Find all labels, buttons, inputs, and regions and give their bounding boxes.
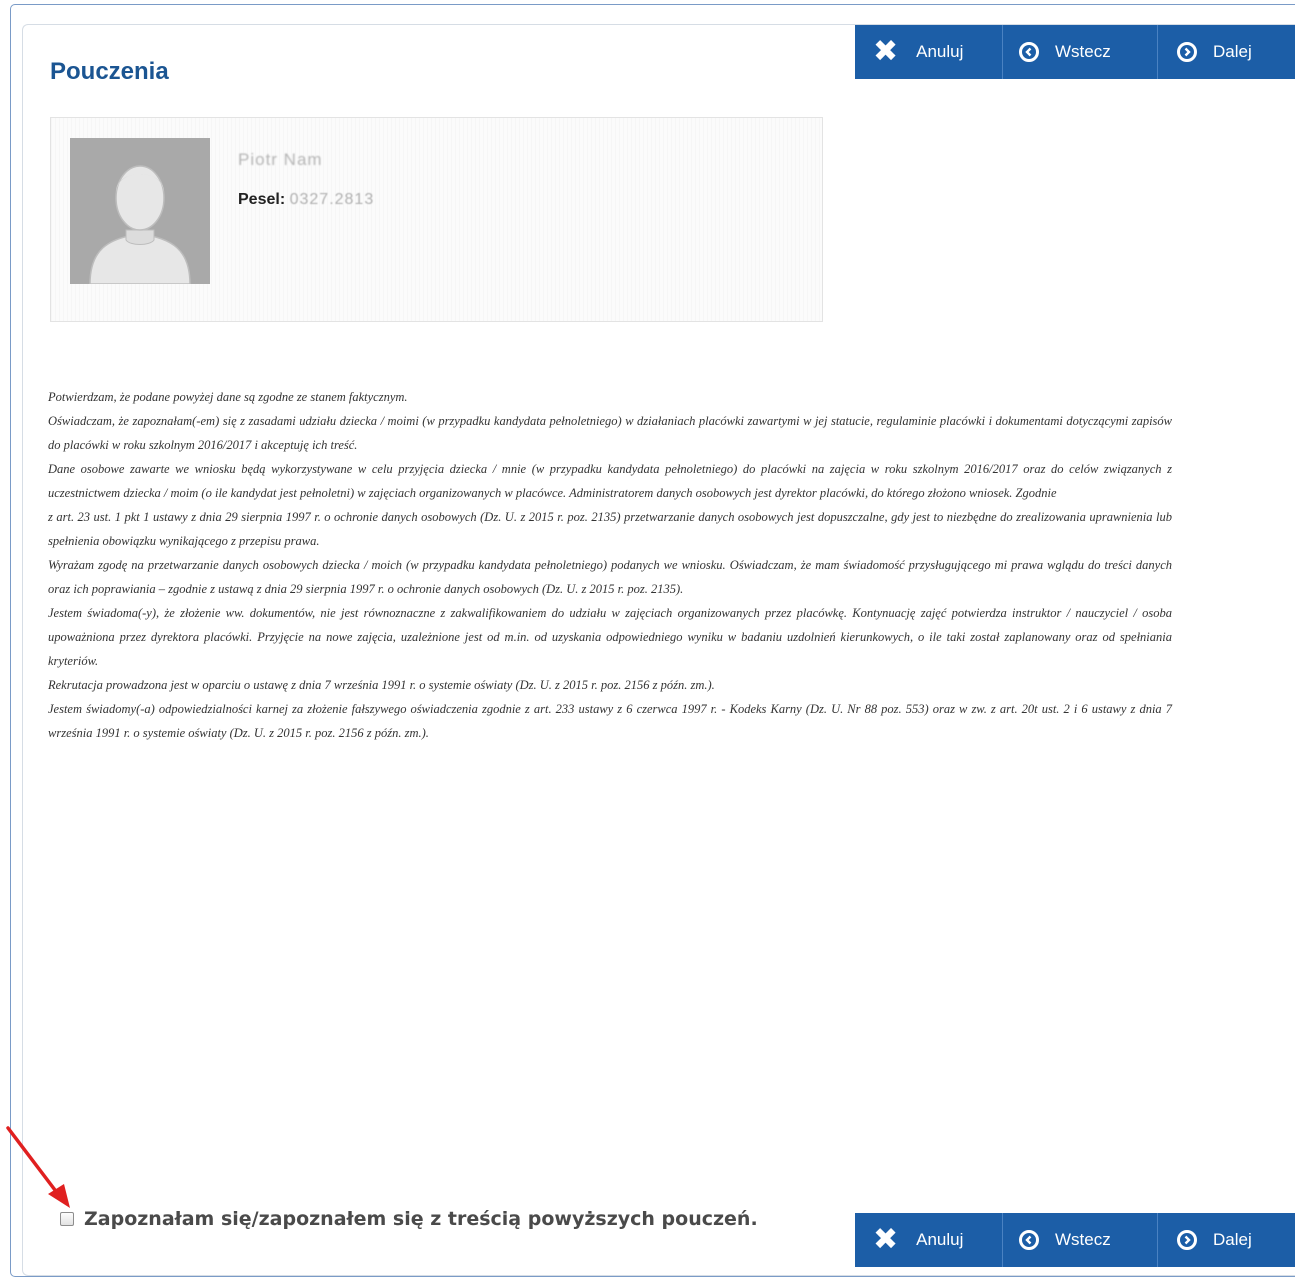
back-button-label: Wstecz (1055, 1230, 1111, 1249)
instruction-paragraph: Wyrażam zgodę na przetwarzanie danych os… (48, 558, 1172, 596)
pesel-label: Pesel: (238, 191, 286, 208)
circle-chevron-right-icon (1177, 42, 1197, 62)
person-name: Piotr Nam (238, 150, 323, 169)
next-button[interactable]: Dalej (1157, 25, 1295, 79)
circle-chevron-right-icon (1177, 1230, 1197, 1250)
x-icon: ✖ (873, 1222, 899, 1257)
cancel-button-label: Anuluj (916, 42, 964, 61)
back-button[interactable]: Wstecz (1002, 25, 1157, 79)
confirm-label[interactable]: Zapoznałam się/zapoznałem się z treścią … (84, 1208, 758, 1230)
pesel-row: Pesel: 0327.2813 (238, 191, 374, 209)
page-title: Pouczenia (50, 58, 169, 85)
pesel-value: 0327.2813 (289, 191, 375, 208)
profile-card: Piotr Nam Pesel: 0327.2813 (50, 117, 823, 322)
confirm-checkbox[interactable] (60, 1212, 74, 1226)
next-button-label: Dalej (1213, 42, 1252, 61)
instruction-paragraph: Potwierdzam, że podane powyżej dane są z… (48, 390, 408, 404)
next-button-label: Dalej (1213, 1230, 1252, 1249)
instruction-paragraph: Oświadczam, że zapoznałam(-em) się z zas… (48, 414, 1172, 452)
x-icon: ✖ (873, 34, 899, 69)
instruction-paragraph: z art. 23 ust. 1 pkt 1 ustawy z dnia 29 … (48, 510, 1172, 548)
confirm-checkbox-row[interactable]: Zapoznałam się/zapoznałem się z treścią … (60, 1208, 758, 1230)
next-button[interactable]: Dalej (1157, 1213, 1295, 1267)
circle-chevron-left-icon (1019, 42, 1039, 62)
instruction-paragraph: Jestem świadoma(-y), że złożenie ww. dok… (48, 606, 1172, 668)
cancel-button[interactable]: ✖ Anuluj (855, 25, 1002, 79)
back-button-label: Wstecz (1055, 42, 1111, 61)
nav-bar-top: ✖ Anuluj Wstecz Dalej (855, 25, 1295, 79)
instructions-text: Potwierdzam, że podane powyżej dane są z… (48, 385, 1172, 745)
back-button[interactable]: Wstecz (1002, 1213, 1157, 1267)
cancel-button-label: Anuluj (916, 1230, 964, 1249)
instruction-paragraph: Rekrutacja prowadzona jest w oparciu o u… (48, 678, 715, 692)
nav-bar-bottom: ✖ Anuluj Wstecz Dalej (855, 1213, 1295, 1267)
cancel-button[interactable]: ✖ Anuluj (855, 1213, 1002, 1267)
circle-chevron-left-icon (1019, 1230, 1039, 1250)
instruction-paragraph: Dane osobowe zawarte we wniosku będą wyk… (48, 462, 1172, 500)
user-silhouette-icon (70, 138, 210, 284)
instruction-paragraph: Jestem świadomy(-a) odpowiedzialności ka… (48, 702, 1172, 740)
